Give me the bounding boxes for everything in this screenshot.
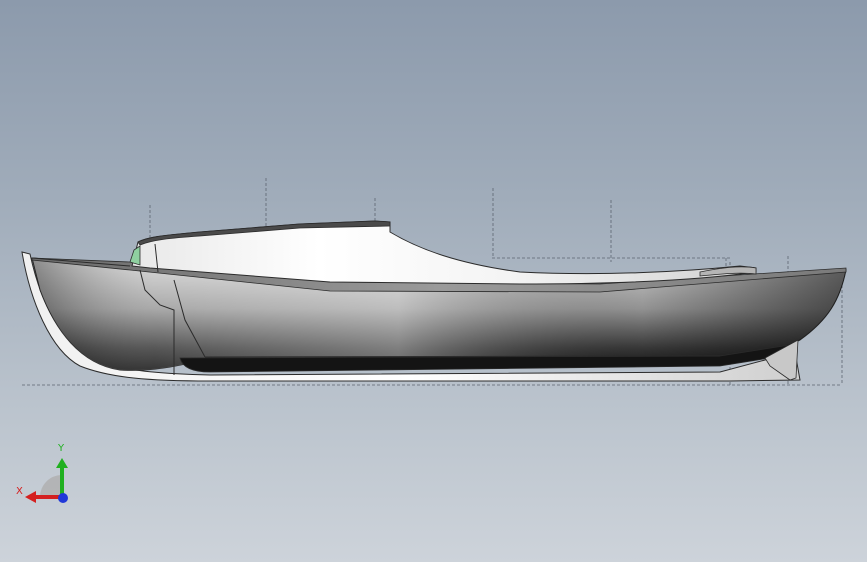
- y-axis-arrowhead: [56, 458, 68, 468]
- coordinate-triad: X Y: [12, 440, 76, 510]
- windshield: [129, 245, 141, 266]
- triad-quadrant: [40, 475, 62, 497]
- z-axis-dot: [58, 493, 68, 503]
- cad-viewport[interactable]: X Y: [0, 0, 867, 562]
- x-axis-label: X: [16, 486, 23, 497]
- x-axis-arrowhead: [25, 491, 36, 503]
- y-axis-label: Y: [58, 443, 65, 454]
- boat-model-view[interactable]: [0, 0, 867, 562]
- triad-graphic: [25, 458, 68, 503]
